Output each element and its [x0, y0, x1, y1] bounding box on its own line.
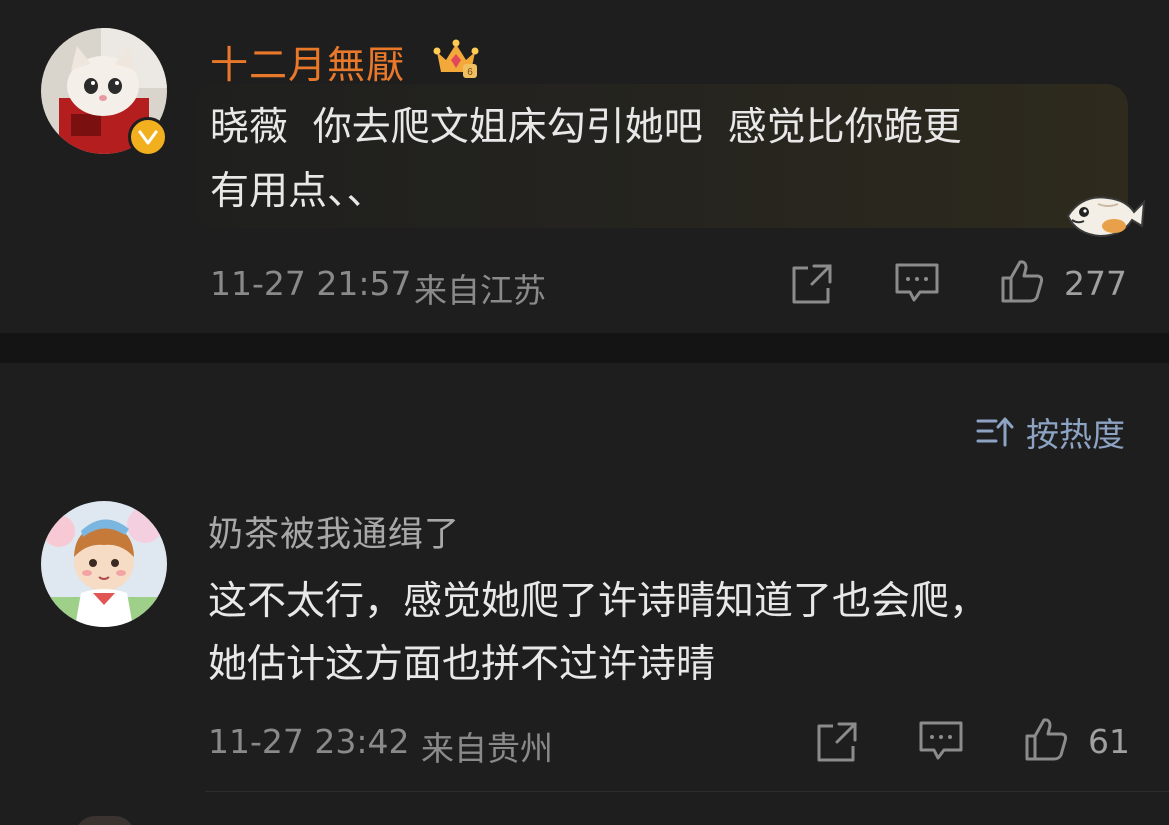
like-count: 61	[1088, 722, 1130, 761]
comment-timestamp: 11-27 23:42	[208, 722, 410, 761]
like-count: 277	[1064, 264, 1127, 303]
comment-icon[interactable]	[894, 262, 940, 304]
sort-button[interactable]: 按热度	[976, 408, 1125, 456]
comment-text-line: 晓薇 你去爬文姐床勾引她吧 感觉比你跪更	[210, 105, 962, 150]
comment-location: 来自江苏	[414, 271, 546, 310]
username[interactable]: 十二月無厭	[210, 34, 405, 89]
username[interactable]: 奶茶被我通缉了	[208, 506, 460, 557]
sort-icon	[976, 417, 1014, 447]
section-separator	[0, 333, 1169, 363]
comment-text-line: 这不太行，感觉她爬了许诗晴知道了也会爬，	[208, 579, 989, 624]
comment-text-line: 她估计这方面也拼不过许诗晴	[208, 642, 716, 687]
verified-icon	[138, 130, 158, 145]
like-icon[interactable]	[1000, 258, 1044, 304]
avatar[interactable]	[41, 501, 167, 627]
comment-card: 十二月無厭 6 晓薇 你去爬文姐床勾引她吧 感觉比你跪更 有用点、、 11-27…	[0, 0, 1169, 333]
comment-feed: 十二月無厭 6 晓薇 你去爬文姐床勾引她吧 感觉比你跪更 有用点、、 11-27…	[0, 0, 1169, 825]
vip-crown-icon[interactable]: 6	[433, 38, 479, 80]
comment-text-line: 有用点、、	[210, 169, 386, 214]
svg-text:6: 6	[467, 67, 473, 78]
sort-label: 按热度	[1026, 415, 1125, 454]
like-icon[interactable]	[1024, 716, 1068, 762]
divider	[205, 791, 1169, 792]
comment-icon[interactable]	[918, 720, 964, 762]
share-icon[interactable]	[815, 720, 859, 764]
verified-badge	[128, 117, 168, 157]
comment-timestamp: 11-27 21:57	[210, 264, 412, 303]
fish-sticker-icon	[1066, 196, 1146, 238]
comment-location: 来自贵州	[421, 729, 553, 768]
share-icon[interactable]	[790, 262, 834, 306]
